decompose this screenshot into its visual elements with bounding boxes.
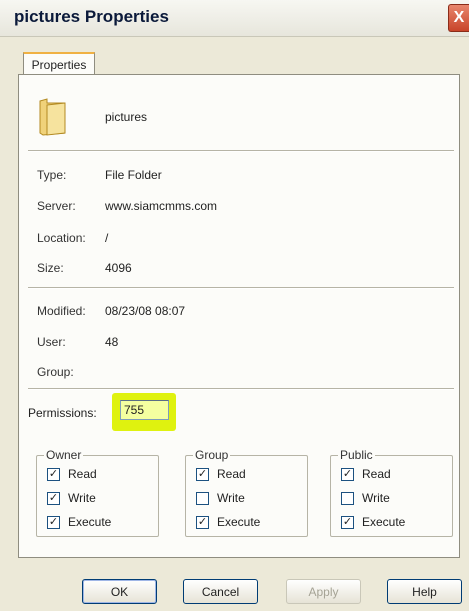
cancel-button[interactable]: Cancel — [183, 579, 258, 604]
checkbox-checked-icon[interactable]: ✓ — [47, 491, 60, 505]
help-button[interactable]: Help — [387, 579, 462, 604]
group-write-checkbox[interactable]: Write — [196, 491, 245, 505]
window-title: pictures Properties — [14, 7, 169, 26]
group-group: Group ✓ Read Write ✓ Execute — [185, 448, 308, 537]
folder-icon — [39, 98, 66, 136]
server-label: Server: — [37, 199, 76, 213]
public-group: Public ✓ Read Write ✓ Execute — [330, 448, 453, 537]
owner-write-checkbox[interactable]: ✓ Write — [47, 491, 96, 505]
owner-read-label: Read — [68, 467, 97, 481]
ok-button[interactable]: OK — [82, 579, 157, 604]
group-execute-checkbox[interactable]: ✓ Execute — [196, 515, 260, 529]
group-execute-label: Execute — [217, 515, 261, 529]
public-read-label: Read — [362, 467, 391, 481]
group-label: Group: — [37, 365, 74, 379]
owner-execute-checkbox[interactable]: ✓ Execute — [47, 515, 111, 529]
user-label: User: — [37, 335, 66, 349]
modified-label: Modified: — [37, 304, 86, 318]
tab-properties[interactable]: Properties — [23, 52, 95, 76]
owner-group: Owner ✓ Read ✓ Write ✓ Execute — [36, 448, 159, 537]
public-execute-checkbox[interactable]: ✓ Execute — [341, 515, 405, 529]
checkbox-unchecked-icon[interactable] — [196, 491, 209, 505]
owner-execute-label: Execute — [68, 515, 112, 529]
divider — [28, 287, 454, 289]
title-bar: pictures Properties X — [0, 0, 469, 37]
owner-group-title: Owner — [44, 448, 84, 462]
checkbox-checked-icon[interactable]: ✓ — [196, 515, 209, 529]
close-icon[interactable]: X — [448, 4, 469, 32]
checkbox-checked-icon[interactable]: ✓ — [47, 515, 60, 529]
public-execute-label: Execute — [362, 515, 406, 529]
public-group-title: Public — [338, 448, 375, 462]
group-group-title: Group — [193, 448, 231, 462]
checkbox-checked-icon[interactable]: ✓ — [47, 467, 60, 481]
permissions-input[interactable]: 755 — [120, 400, 169, 420]
group-write-label: Write — [217, 491, 245, 505]
divider — [28, 388, 454, 390]
public-read-checkbox[interactable]: ✓ Read — [341, 467, 391, 481]
permissions-label: Permissions: — [28, 406, 97, 420]
checkbox-checked-icon[interactable]: ✓ — [196, 467, 209, 481]
folder-name: pictures — [105, 110, 148, 124]
owner-read-checkbox[interactable]: ✓ Read — [47, 467, 97, 481]
checkbox-unchecked-icon[interactable] — [341, 491, 354, 505]
apply-button[interactable]: Apply — [286, 579, 361, 604]
size-label: Size: — [37, 261, 64, 275]
public-write-label: Write — [362, 491, 390, 505]
server-value: www.siamcmms.com — [105, 199, 218, 213]
divider — [28, 150, 454, 152]
group-read-checkbox[interactable]: ✓ Read — [196, 467, 246, 481]
checkbox-checked-icon[interactable]: ✓ — [341, 467, 354, 481]
public-write-checkbox[interactable]: Write — [341, 491, 390, 505]
user-value: 48 — [105, 335, 119, 349]
group-read-label: Read — [217, 467, 246, 481]
type-value: File Folder — [105, 168, 162, 182]
owner-write-label: Write — [68, 491, 96, 505]
modified-value: 08/23/08 08:07 — [105, 304, 186, 318]
location-label: Location: — [37, 231, 86, 245]
type-label: Type: — [37, 168, 67, 182]
location-value: / — [105, 231, 109, 245]
size-value: 4096 — [105, 261, 132, 275]
checkbox-checked-icon[interactable]: ✓ — [341, 515, 354, 529]
